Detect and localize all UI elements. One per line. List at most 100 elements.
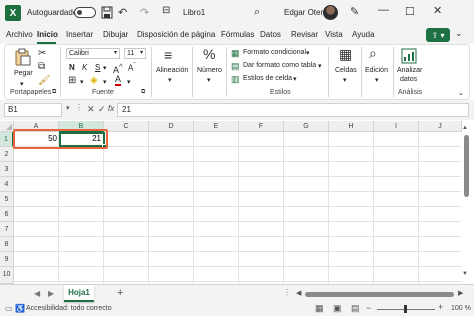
number-label[interactable]: Número xyxy=(197,67,222,74)
chevron-down-icon[interactable]: ▾ xyxy=(66,104,70,112)
font-name-combo[interactable]: Calibri ▾ xyxy=(66,48,120,59)
tab-ayuda[interactable]: Ayuda xyxy=(352,30,375,39)
column-header-h[interactable]: H xyxy=(329,121,374,132)
italic-button[interactable]: K xyxy=(82,63,87,72)
tab-datos[interactable]: Datos xyxy=(260,30,281,39)
accessibility-status[interactable]: Accesibilidad: todo correcto xyxy=(26,305,112,312)
column-header-c[interactable]: C xyxy=(104,121,149,132)
format-painter-icon[interactable]: 🖌 xyxy=(38,76,51,86)
scroll-right-icon[interactable]: ▶ xyxy=(458,289,463,297)
chevron-down-icon[interactable]: ▾ xyxy=(127,78,131,86)
cells-icon[interactable]: ▦ xyxy=(339,47,352,61)
analyze-label-line2[interactable]: datos xyxy=(400,76,417,83)
maximize-icon[interactable]: ☐ xyxy=(405,5,415,18)
paste-label[interactable]: Pegar xyxy=(14,70,33,77)
editing-label[interactable]: Edición xyxy=(365,67,388,74)
row-header-1[interactable]: 1 xyxy=(0,132,14,147)
chevron-down-icon[interactable]: ▾ xyxy=(103,64,107,72)
sheet-tab-hoja1[interactable]: Hoja1 xyxy=(64,285,94,302)
format-as-table-button[interactable]: Dar formato como tabla xyxy=(243,62,316,69)
chevron-down-icon[interactable]: ▾ xyxy=(375,76,379,84)
row-header-5[interactable]: 5 xyxy=(0,192,14,207)
user-name[interactable]: Edgar Otero xyxy=(284,8,328,17)
tab-inicio[interactable]: Inicio xyxy=(37,30,58,39)
percent-icon[interactable]: % xyxy=(203,47,215,61)
dialog-launcher-icon[interactable]: ⧉ xyxy=(141,89,145,96)
page-break-icon[interactable]: ▤ xyxy=(351,303,360,314)
insert-function-button[interactable]: fx xyxy=(108,104,114,113)
cells-label[interactable]: Celdas xyxy=(335,67,357,74)
paste-dropdown-icon[interactable]: ▾ xyxy=(20,80,24,88)
row-header-9[interactable]: 9 xyxy=(0,252,14,267)
horizontal-scroll-thumb[interactable] xyxy=(305,292,454,297)
add-sheet-button[interactable]: + xyxy=(117,287,123,299)
name-box[interactable]: B1 xyxy=(4,103,62,117)
bold-button[interactable]: N xyxy=(69,63,75,72)
chevron-down-icon[interactable]: ▾ xyxy=(343,76,347,84)
chevron-down-icon[interactable]: ▾ xyxy=(80,78,84,86)
avatar[interactable] xyxy=(323,5,338,20)
chevron-down-icon[interactable]: ▾ xyxy=(168,76,172,84)
chevron-down-icon[interactable]: ▾ xyxy=(293,75,297,83)
vertical-scroll-thumb[interactable] xyxy=(464,135,469,197)
copy-icon[interactable]: ⧉ xyxy=(38,62,45,72)
column-header-e[interactable]: E xyxy=(194,121,239,132)
tab-archivo[interactable]: Archivo xyxy=(6,30,33,39)
cut-icon[interactable]: ✂ xyxy=(38,49,46,59)
share-button[interactable]: ⇪ ▾ xyxy=(426,28,450,42)
column-header-j[interactable]: J xyxy=(419,121,462,132)
column-header-i[interactable]: I xyxy=(374,121,419,132)
row-header-2[interactable]: 2 xyxy=(0,147,14,162)
row-header-7[interactable]: 7 xyxy=(0,222,14,237)
cell-area[interactable] xyxy=(14,132,461,284)
chevron-down-icon[interactable]: ▾ xyxy=(318,62,322,70)
minimize-icon[interactable]: — xyxy=(378,4,389,16)
more-dots-icon[interactable]: ⋮ xyxy=(283,288,291,297)
paste-icon[interactable] xyxy=(15,48,31,66)
scroll-up-icon[interactable]: ▲ xyxy=(462,125,468,131)
chevron-down-icon[interactable]: ▾ xyxy=(103,78,107,86)
underline-button[interactable]: S xyxy=(95,63,100,72)
tab-vista[interactable]: Vista xyxy=(325,30,343,39)
zoom-out-icon[interactable]: − xyxy=(366,303,371,313)
normal-view-icon[interactable]: ▦ xyxy=(315,303,324,314)
borders-icon[interactable]: ⊞ xyxy=(68,76,76,86)
spreadsheet-grid[interactable]: A B C D E F G H I J 1 2 3 4 5 6 7 8 9 10… xyxy=(0,121,474,284)
alignment-icon[interactable]: ≡ xyxy=(164,48,172,62)
row-header-8[interactable]: 8 xyxy=(0,237,14,252)
chevron-down-icon[interactable]: ▾ xyxy=(306,49,310,57)
decrease-font-icon[interactable]: Aˇ xyxy=(128,62,136,73)
row-header-10[interactable]: 10 xyxy=(0,267,14,284)
cancel-icon[interactable]: ✕ xyxy=(87,104,95,115)
row-header-4[interactable]: 4 xyxy=(0,177,14,192)
chevron-down-icon[interactable]: ⌄ xyxy=(458,89,464,97)
font-size-combo[interactable]: 11 ▾ xyxy=(124,48,146,59)
close-icon[interactable]: ✕ xyxy=(433,4,442,17)
search-icon[interactable]: ⌕ xyxy=(369,46,377,60)
column-header-g[interactable]: G xyxy=(284,121,329,132)
tab-insertar[interactable]: Insertar xyxy=(66,30,93,39)
column-header-f[interactable]: F xyxy=(239,121,284,132)
select-all-corner[interactable] xyxy=(0,121,14,132)
zoom-slider-knob[interactable] xyxy=(404,305,407,313)
accessibility-icon[interactable]: ♿ xyxy=(15,304,25,313)
column-header-d[interactable]: D xyxy=(149,121,194,132)
font-color-icon[interactable]: A xyxy=(115,75,122,86)
cell-styles-button[interactable]: Estilos de celda xyxy=(243,75,292,82)
search-icon[interactable]: ⌕ xyxy=(254,6,260,19)
enter-icon[interactable]: ✓ xyxy=(98,104,106,115)
chevron-down-icon[interactable]: ⌄ xyxy=(455,28,463,39)
analyze-label-line1[interactable]: Analizar xyxy=(397,67,422,74)
pen-icon[interactable]: ✎ xyxy=(350,5,359,18)
analyze-data-icon[interactable] xyxy=(401,48,417,64)
quick-access-more-icon[interactable]: ⊟ xyxy=(162,5,170,16)
zoom-level[interactable]: 100 % xyxy=(451,305,471,312)
next-sheet-icon[interactable]: ▶ xyxy=(48,289,54,298)
autosave-toggle[interactable] xyxy=(74,7,96,18)
undo-icon[interactable]: ↶ xyxy=(118,6,127,19)
previous-sheet-icon[interactable]: ◀ xyxy=(34,289,40,298)
chevron-down-icon[interactable]: ▾ xyxy=(207,76,211,84)
tab-dibujar[interactable]: Dibujar xyxy=(103,30,128,39)
formula-input[interactable]: 21 xyxy=(117,103,469,117)
tab-revisar[interactable]: Revisar xyxy=(291,30,318,39)
